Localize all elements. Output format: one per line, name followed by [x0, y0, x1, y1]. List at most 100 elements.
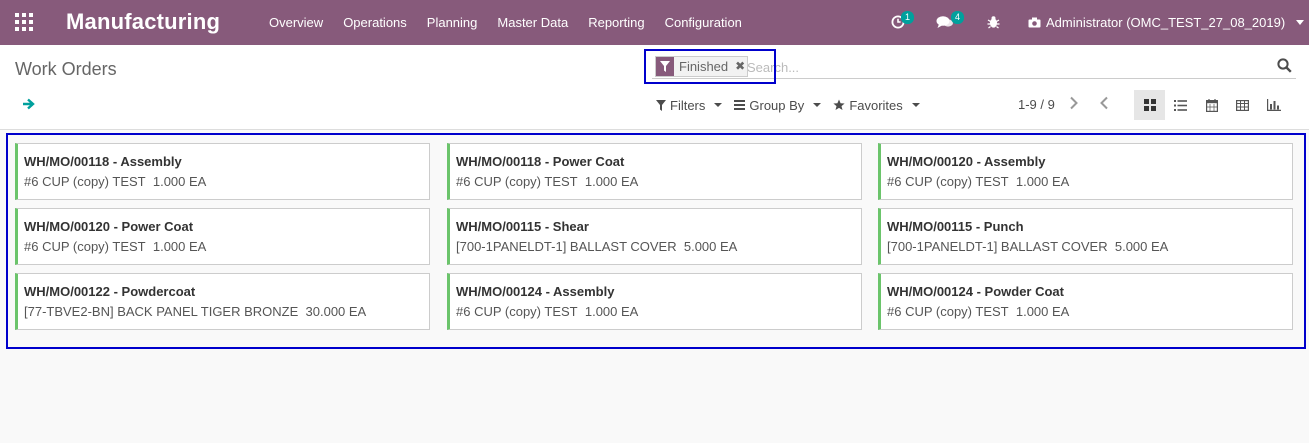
kanban-card[interactable]: WH/MO/00115 - Shear [700-1PANELDT-1] BAL… [447, 208, 862, 265]
pager-value[interactable]: 1-9 / 9 [1018, 97, 1055, 112]
main-navbar: Manufacturing Overview Operations Planni… [0, 0, 1309, 45]
search-icon[interactable] [1277, 58, 1292, 73]
search-bar: Finished ✖ [652, 54, 1296, 79]
messages-count-badge: 4 [951, 11, 965, 24]
card-subtitle: [700-1PANELDT-1] BALLAST COVER 5.000 EA [456, 239, 737, 254]
card-quantity: 1.000 EA [1015, 174, 1070, 189]
main-menu: Overview Operations Planning Master Data… [259, 0, 752, 45]
page-title: Work Orders [15, 59, 117, 79]
card-title: WH/MO/00115 - Shear [456, 219, 589, 234]
card-title: WH/MO/00124 - Powder Coat [887, 284, 1064, 299]
kanban-card[interactable]: WH/MO/00124 - Assembly #6 CUP (copy) TES… [447, 273, 862, 330]
apps-menu-icon[interactable] [15, 13, 33, 31]
kanban-icon [1143, 99, 1156, 111]
filter-icon [656, 99, 666, 111]
kanban-card[interactable]: WH/MO/00120 - Assembly #6 CUP (copy) TES… [878, 143, 1293, 200]
menu-planning[interactable]: Planning [417, 0, 488, 45]
calendar-view-button[interactable] [1196, 90, 1227, 120]
card-subtitle: [77-TBVE2-BN] BACK PANEL TIGER BRONZE 30… [24, 304, 366, 319]
star-icon [833, 99, 845, 110]
card-subtitle: #6 CUP (copy) TEST 1.000 EA [24, 174, 206, 189]
card-subtitle: #6 CUP (copy) TEST 1.000 EA [24, 239, 206, 254]
card-title: WH/MO/00118 - Assembly [24, 154, 182, 169]
search-input[interactable] [747, 57, 1267, 77]
filters-dropdown[interactable]: Filters [656, 95, 723, 115]
remove-facet-icon[interactable]: ✖ [733, 57, 747, 76]
bars-icon [734, 100, 746, 110]
card-subtitle: #6 CUP (copy) TEST 1.000 EA [887, 174, 1069, 189]
card-title: WH/MO/00115 - Punch [887, 219, 1024, 234]
card-quantity: 1.000 EA [1015, 304, 1070, 319]
chevron-down-icon [911, 103, 920, 107]
chevron-down-icon [714, 103, 723, 107]
facet-value: Finished [679, 59, 729, 74]
card-product: [700-1PANELDT-1] BALLAST COVER [456, 239, 677, 254]
view-switcher [1134, 90, 1289, 120]
chevron-right-icon[interactable] [1069, 96, 1079, 110]
search-options: Filters Group By Favorites [656, 95, 920, 115]
card-quantity: 1.000 EA [584, 174, 639, 189]
card-title: WH/MO/00122 - Powdercoat [24, 284, 196, 299]
card-quantity: 1.000 EA [152, 174, 207, 189]
kanban-board: WH/MO/00118 - Assembly #6 CUP (copy) TES… [6, 133, 1306, 349]
card-product: #6 CUP (copy) TEST [24, 174, 146, 189]
filter-icon [656, 57, 674, 76]
menu-configuration[interactable]: Configuration [655, 0, 752, 45]
table-icon [1236, 99, 1249, 111]
card-subtitle: [700-1PANELDT-1] BALLAST COVER 5.000 EA [887, 239, 1168, 254]
activity-count-badge: 1 [901, 11, 915, 24]
debug-menu[interactable] [986, 0, 1002, 45]
filter-facet: Finished ✖ [655, 56, 749, 77]
card-product: #6 CUP (copy) TEST [456, 174, 578, 189]
kanban-card[interactable]: WH/MO/00118 - Assembly #6 CUP (copy) TES… [15, 143, 430, 200]
calendar-icon [1205, 98, 1218, 112]
card-quantity: 30.000 EA [305, 304, 367, 319]
bar-chart-icon [1266, 99, 1281, 111]
card-quantity: 5.000 EA [1114, 239, 1169, 254]
menu-overview[interactable]: Overview [259, 0, 333, 45]
user-name: Administrator (OMC_TEST_27_08_2019) [1046, 15, 1286, 30]
card-product: #6 CUP (copy) TEST [456, 304, 578, 319]
card-title: WH/MO/00124 - Assembly [456, 284, 615, 299]
card-product: #6 CUP (copy) TEST [887, 174, 1009, 189]
camera-icon [1028, 17, 1041, 28]
chevron-down-icon [1296, 20, 1305, 25]
messages-menu[interactable]: 4 [936, 0, 970, 45]
bug-icon [987, 16, 1000, 29]
kanban-card[interactable]: WH/MO/00118 - Power Coat #6 CUP (copy) T… [447, 143, 862, 200]
control-panel: Work Orders Finished ✖ Filters Group By … [0, 45, 1309, 130]
activity-menu[interactable]: 1 [889, 0, 919, 45]
card-subtitle: #6 CUP (copy) TEST 1.000 EA [456, 304, 638, 319]
kanban-card[interactable]: WH/MO/00122 - Powdercoat [77-TBVE2-BN] B… [15, 273, 430, 330]
arrow-right-icon[interactable] [22, 97, 36, 111]
graph-view-button[interactable] [1258, 90, 1289, 120]
favorites-dropdown[interactable]: Favorites [833, 95, 920, 115]
user-menu[interactable]: Administrator (OMC_TEST_27_08_2019) [1028, 0, 1305, 45]
card-product: #6 CUP (copy) TEST [887, 304, 1009, 319]
app-title[interactable]: Manufacturing [66, 9, 220, 35]
card-subtitle: #6 CUP (copy) TEST 1.000 EA [456, 174, 638, 189]
card-product: [700-1PANELDT-1] BALLAST COVER [887, 239, 1108, 254]
card-quantity: 1.000 EA [584, 304, 639, 319]
chevron-down-icon [813, 103, 822, 107]
list-view-button[interactable] [1165, 90, 1196, 120]
card-title: WH/MO/00118 - Power Coat [456, 154, 625, 169]
groupby-dropdown[interactable]: Group By [734, 95, 822, 115]
card-title: WH/MO/00120 - Assembly [887, 154, 1046, 169]
list-icon [1174, 99, 1187, 111]
menu-reporting[interactable]: Reporting [578, 0, 654, 45]
menu-operations[interactable]: Operations [333, 0, 417, 45]
kanban-card[interactable]: WH/MO/00115 - Punch [700-1PANELDT-1] BAL… [878, 208, 1293, 265]
pivot-view-button[interactable] [1227, 90, 1258, 120]
menu-master-data[interactable]: Master Data [487, 0, 578, 45]
card-quantity: 5.000 EA [683, 239, 738, 254]
chevron-left-icon[interactable] [1099, 96, 1109, 110]
card-product: [77-TBVE2-BN] BACK PANEL TIGER BRONZE [24, 304, 299, 319]
kanban-card[interactable]: WH/MO/00120 - Power Coat #6 CUP (copy) T… [15, 208, 430, 265]
card-title: WH/MO/00120 - Power Coat [24, 219, 194, 234]
kanban-view-button[interactable] [1134, 90, 1165, 120]
kanban-card[interactable]: WH/MO/00124 - Powder Coat #6 CUP (copy) … [878, 273, 1293, 330]
groupby-label: Group By [749, 97, 805, 113]
card-subtitle: #6 CUP (copy) TEST 1.000 EA [887, 304, 1069, 319]
filters-label: Filters [670, 97, 706, 113]
